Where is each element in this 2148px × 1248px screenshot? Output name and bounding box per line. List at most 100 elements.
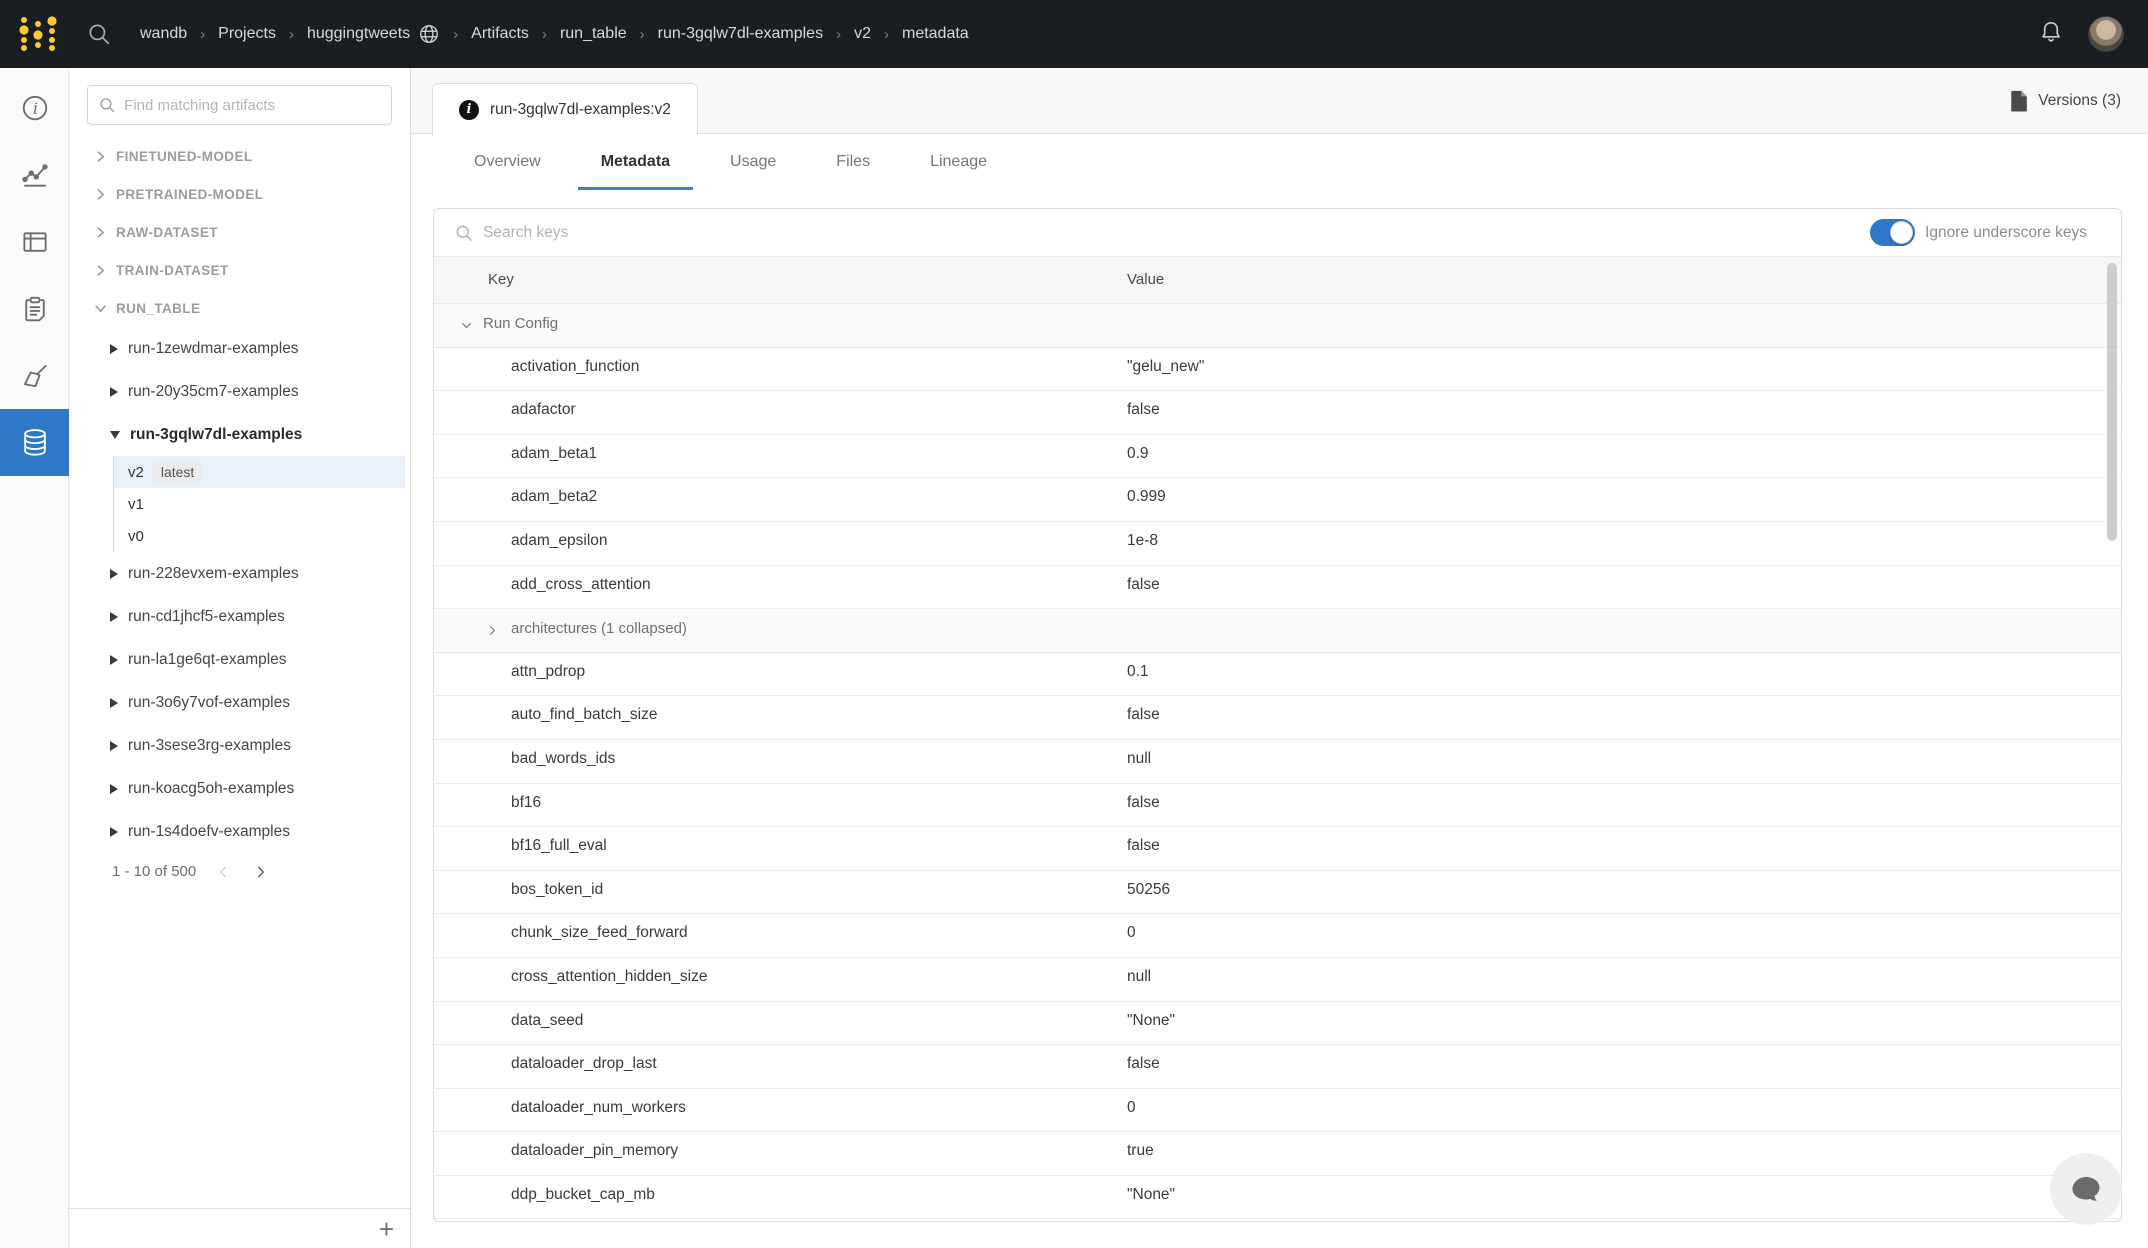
metadata-row: adam_beta20.999: [434, 478, 2121, 522]
metadata-key: adam_beta1: [511, 445, 597, 463]
pagination-prev-icon[interactable]: [216, 864, 232, 880]
breadcrumb-item[interactable]: v2: [854, 25, 871, 43]
triangle-right-icon: [110, 827, 118, 837]
sidebar-run-item[interactable]: run-3gqlw7dl-examples: [69, 413, 410, 456]
version-item-v2[interactable]: v2latest: [114, 456, 405, 488]
category-label: FINETUNED-MODEL: [116, 149, 253, 164]
metadata-key: adafactor: [511, 401, 576, 419]
version-label: v0: [128, 528, 144, 545]
latest-badge: latest: [153, 462, 202, 483]
tab-label: Usage: [730, 153, 776, 171]
metadata-value: null: [1127, 968, 1151, 986]
info-icon[interactable]: i: [0, 74, 69, 141]
chevron-down-icon[interactable]: [459, 318, 474, 333]
metadata-table-header: Key Value: [434, 257, 2121, 304]
ignore-underscore-toggle[interactable]: [1870, 219, 1915, 246]
add-artifact-button[interactable]: +: [379, 1216, 394, 1242]
wandb-logo[interactable]: [16, 14, 60, 54]
breadcrumb-item[interactable]: huggingtweets: [307, 25, 410, 43]
left-icon-rail: i: [0, 68, 69, 1248]
sidebar-run-item[interactable]: run-3o6y7vof-examples: [69, 681, 410, 724]
sidebar-run-item[interactable]: run-20y35cm7-examples: [69, 370, 410, 413]
panel-grid-icon[interactable]: [0, 208, 69, 275]
metadata-value: 0.1: [1127, 663, 1149, 681]
user-avatar[interactable]: [2088, 16, 2124, 52]
sidebar-run-item[interactable]: run-cd1jhcf5-examples: [69, 595, 410, 638]
breadcrumb-item[interactable]: metadata: [902, 25, 969, 43]
breadcrumb-item[interactable]: run-3gqlw7dl-examples: [658, 25, 823, 43]
database-icon[interactable]: [0, 409, 69, 476]
chevron-right-icon[interactable]: [485, 623, 500, 638]
pagination-next-icon[interactable]: [252, 864, 268, 880]
sidebar-run-item[interactable]: run-3sese3rg-examples: [69, 724, 410, 767]
column-header-value: Value: [1127, 271, 1164, 288]
metadata-value: false: [1127, 706, 1160, 724]
chevron-right-icon: [93, 226, 107, 239]
help-chat-button[interactable]: [2050, 1153, 2122, 1225]
version-item-v1[interactable]: v1: [114, 488, 405, 520]
metadata-key: bf16_full_eval: [511, 837, 607, 855]
chevron-right-icon: [93, 188, 107, 201]
tab-files[interactable]: Files: [834, 134, 872, 190]
metadata-key: dataloader_num_workers: [511, 1099, 686, 1117]
metadata-table-body: Run Configactivation_function"gelu_new"a…: [434, 304, 2121, 1219]
metadata-row: attn_pdrop 0.1: [434, 653, 2121, 697]
metadata-key: bos_token_id: [511, 881, 603, 899]
artifact-search-box[interactable]: [87, 85, 392, 125]
artifact-tree: FINETUNED-MODEL PRETRAINED-MODEL RAW-DATAS…: [69, 137, 410, 853]
sidebar-category-run_table[interactable]: RUN_TABLE: [69, 289, 410, 327]
metadata-group-row: Run Config: [434, 304, 2121, 348]
sidebar-run-item[interactable]: run-1s4doefv-examples: [69, 810, 410, 853]
svg-text:i: i: [32, 98, 37, 117]
sidebar-category-pretrained-model[interactable]: PRETRAINED-MODEL: [69, 175, 410, 213]
tab-metadata[interactable]: Metadata: [599, 134, 672, 190]
sidebar-category-raw-dataset[interactable]: RAW-DATASET: [69, 213, 410, 251]
metadata-value: 0: [1127, 1099, 1136, 1117]
category-label: TRAIN-DATASET: [116, 263, 229, 278]
metadata-value: false: [1127, 837, 1160, 855]
metadata-value: 0.999: [1127, 488, 1166, 506]
line-chart-icon[interactable]: [0, 141, 69, 208]
metadata-search-input[interactable]: [483, 224, 1183, 242]
metadata-row: ddp_bucket_cap_mb"None": [434, 1176, 2121, 1220]
category-label: RAW-DATASET: [116, 225, 218, 240]
version-item-v0[interactable]: v0: [114, 520, 405, 552]
metadata-row: bf16false: [434, 784, 2121, 828]
tab-lineage[interactable]: Lineage: [928, 134, 989, 190]
artifact-search-input[interactable]: [124, 97, 381, 114]
sidebar-category-finetuned-model[interactable]: FINETUNED-MODEL: [69, 137, 410, 175]
metadata-key: data_seed: [511, 1012, 583, 1030]
run-label: run-228evxem-examples: [128, 565, 299, 583]
breadcrumb-item[interactable]: Projects: [218, 25, 276, 43]
vertical-scrollbar[interactable]: [2107, 263, 2117, 541]
tab-overview[interactable]: Overview: [472, 134, 543, 190]
metadata-key: chunk_size_feed_forward: [511, 924, 688, 942]
breadcrumb-item[interactable]: wandb: [140, 25, 187, 43]
tab-usage[interactable]: Usage: [728, 134, 778, 190]
breadcrumb-item[interactable]: run_table: [560, 25, 627, 43]
metadata-search-row: Ignore underscore keys: [434, 209, 2121, 257]
sidebar-run-item[interactable]: run-1zewdmar-examples: [69, 327, 410, 370]
versions-button[interactable]: Versions (3): [2010, 68, 2121, 134]
sidebar-category-train-dataset[interactable]: TRAIN-DATASET: [69, 251, 410, 289]
breadcrumb-item[interactable]: Artifacts: [471, 25, 529, 43]
metadata-card: Ignore underscore keys Key Value Run Con…: [433, 208, 2122, 1222]
artifact-version-tab[interactable]: i run-3gqlw7dl-examples:v2: [432, 83, 698, 135]
metadata-row: dataloader_pin_memorytrue: [434, 1132, 2121, 1176]
metadata-value: "None": [1127, 1012, 1175, 1030]
sidebar-run-item[interactable]: run-la1ge6qt-examples: [69, 638, 410, 681]
clipboard-icon[interactable]: [0, 275, 69, 342]
metadata-key: dataloader_drop_last: [511, 1055, 657, 1073]
sidebar-run-item[interactable]: run-228evxem-examples: [69, 552, 410, 595]
tab-label: Metadata: [601, 153, 670, 171]
metadata-key: cross_attention_hidden_size: [511, 968, 707, 986]
breadcrumb: wandb›Projects›huggingtweets ›Artifacts›…: [140, 23, 969, 45]
broom-icon[interactable]: [0, 342, 69, 409]
metadata-row: chunk_size_feed_forward0: [434, 914, 2121, 958]
sidebar-run-item[interactable]: run-koacg5oh-examples: [69, 767, 410, 810]
notifications-bell-icon[interactable]: [2038, 19, 2064, 50]
artifact-tabs: Overview Metadata Usage Files Lineage: [411, 134, 2148, 190]
global-search-icon[interactable]: [86, 21, 112, 47]
metadata-key: attn_pdrop: [511, 663, 585, 681]
metadata-key: activation_function: [511, 358, 639, 376]
